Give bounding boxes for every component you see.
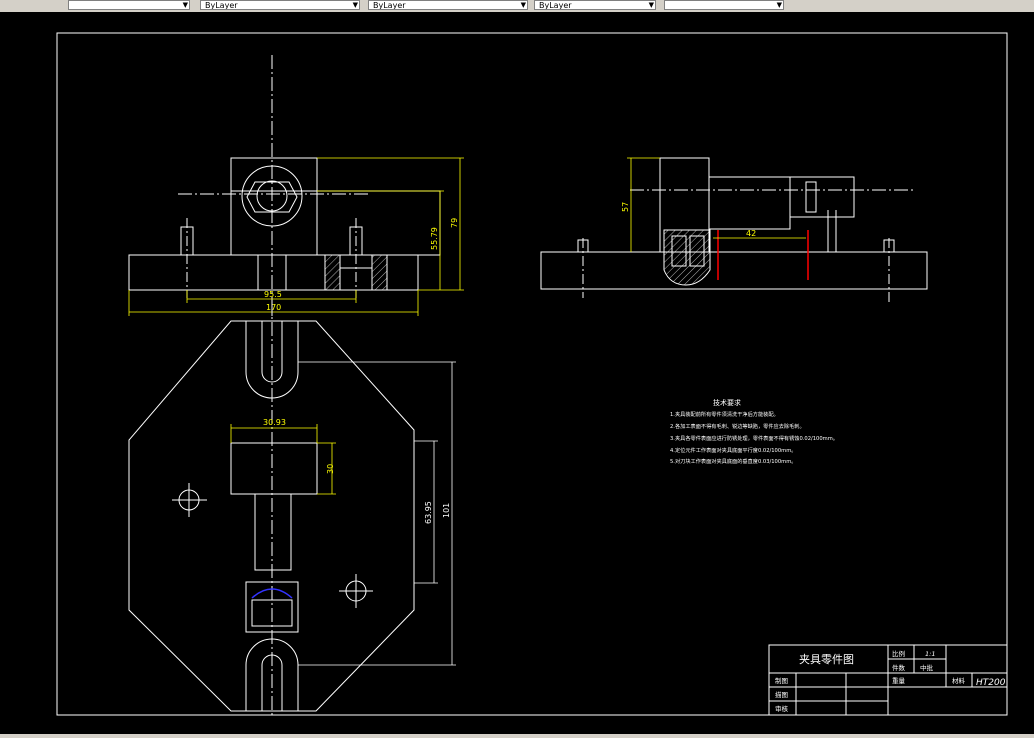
lineweight-value: ByLayer xyxy=(539,1,572,10)
side-base xyxy=(540,251,928,290)
material-label: 材料 xyxy=(952,676,966,685)
scale-label: 比例 xyxy=(892,649,905,658)
status-bar xyxy=(0,734,1034,738)
front-dimensions xyxy=(128,157,464,316)
chevron-down-icon: ▼ xyxy=(776,1,782,9)
tech-line: 3.夹具各零件表面应进行防锈处理，零件表面不得有锈蚀0.02/100mm。 xyxy=(670,434,838,442)
technical-requirements: 技术要求 1.夹具装配前所有零件须清洗干净后方能装配。 2.各加工表面不得有毛刺… xyxy=(670,398,838,465)
drawing-canvas[interactable]: 170 95.5 79 55.79 57 42 30.93 30 63.95 1… xyxy=(0,12,1034,734)
side-red-markers xyxy=(717,230,809,280)
top-view xyxy=(128,300,415,718)
material-value: HT200 xyxy=(976,678,1006,688)
linetype-value: ByLayer xyxy=(373,1,406,10)
front-view xyxy=(128,55,441,318)
tech-line: 2.各加工表面不得有毛刺、锐边等缺陷，零件应去除毛刺。 xyxy=(670,422,805,430)
tech-line: 1.夹具装配前所有零件须清洗干净后方能装配。 xyxy=(670,410,779,418)
side-dimensions xyxy=(627,157,806,252)
top-clamp-block xyxy=(230,442,318,495)
properties-toolbar: ▼ ByLayer ▼ ByLayer ▼ ByLayer ▼ ▼ xyxy=(0,0,1034,12)
drawn-label: 制图 xyxy=(775,676,788,685)
designed-label: 描图 xyxy=(775,690,788,699)
lineweight-dropdown[interactable]: ByLayer ▼ xyxy=(534,0,656,10)
color-dropdown[interactable]: ByLayer ▼ xyxy=(200,0,360,10)
layer-dropdown[interactable]: ▼ xyxy=(68,0,190,10)
side-view xyxy=(540,157,928,304)
chevron-down-icon: ▼ xyxy=(182,1,188,9)
dim-30-93: 30.93 xyxy=(263,418,286,427)
color-value: ByLayer xyxy=(205,1,238,10)
tech-title: 技术要求 xyxy=(713,398,741,407)
scale-value: 1:1 xyxy=(925,650,935,658)
dim-30: 30 xyxy=(326,464,335,474)
count-label: 件数 xyxy=(892,663,906,672)
dim-42: 42 xyxy=(746,229,756,238)
tech-line: 4.定位元件工作表面对夹具底面平行度0.02/100mm。 xyxy=(670,446,796,454)
count-value: 中批 xyxy=(920,663,934,672)
dim-170: 170 xyxy=(266,303,281,312)
linetype-dropdown[interactable]: ByLayer ▼ xyxy=(368,0,528,10)
title-block-name: 夹具零件图 xyxy=(799,653,854,666)
chevron-down-icon: ▼ xyxy=(352,1,358,9)
weight-label: 重量 xyxy=(892,677,906,685)
plotstyle-dropdown[interactable]: ▼ xyxy=(664,0,784,10)
chevron-down-icon: ▼ xyxy=(520,1,526,9)
dim-95-5: 95.5 xyxy=(264,290,282,299)
top-dimensions xyxy=(230,424,336,495)
checked-label: 审核 xyxy=(775,704,789,713)
drawing-border xyxy=(56,32,1008,716)
dim-79: 79 xyxy=(450,218,459,228)
dim-63-95: 63.95 xyxy=(424,501,433,524)
dim-55-79: 55.79 xyxy=(430,227,439,250)
tech-line: 5.对刀块工作表面对夹具底面的垂直度0.03/100mm。 xyxy=(670,457,796,465)
chevron-down-icon: ▼ xyxy=(648,1,654,9)
dim-57: 57 xyxy=(621,202,630,212)
dim-101: 101 xyxy=(442,503,451,518)
